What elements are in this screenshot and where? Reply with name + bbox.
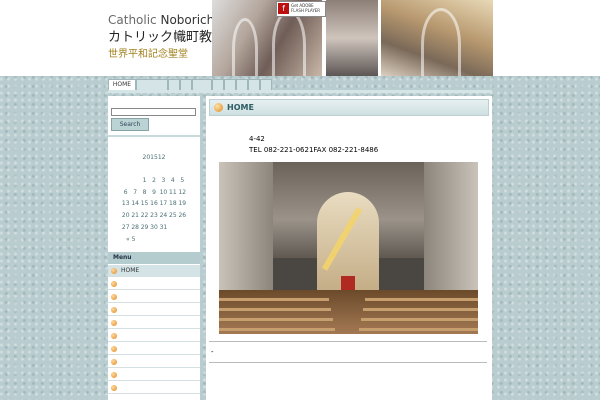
bullet-icon	[214, 103, 223, 112]
calendar: 1 2 3 4 5 6 7 8 9 10 11 12 13 14 15 16 1…	[121, 175, 187, 233]
page-title: HOME	[227, 103, 254, 112]
calendar-day: 16	[150, 200, 158, 208]
calendar-day: 14	[131, 200, 139, 208]
calendar-day: 31	[159, 223, 168, 231]
menu-item[interactable]	[108, 278, 200, 290]
site-header: Catholic Noboricho カトリック幟町教会 世界平和記念聖堂 f …	[0, 0, 600, 76]
calendar-day: 5	[180, 177, 185, 185]
sidebar: Search 201512 1 2 3 4 5 6 7 8 9 10 11 12…	[108, 96, 200, 400]
calendar-day: 2	[152, 177, 156, 185]
calendar-day: 24	[159, 212, 168, 220]
tab-10[interactable]	[260, 79, 272, 90]
calendar-day: 18	[169, 200, 177, 208]
calendar-prev-link[interactable]: « 5	[126, 236, 135, 243]
address-block: 4-42 TEL 082-221-0621FAX 082-221-8486	[249, 134, 378, 156]
tab-6[interactable]	[212, 79, 224, 90]
bullet-icon	[111, 281, 117, 287]
brand-title-japanese: カトリック幟町教会	[108, 30, 226, 45]
menu-item[interactable]	[108, 304, 200, 316]
tab-3[interactable]	[168, 79, 180, 90]
address-line: 4-42	[249, 135, 265, 143]
tab-8[interactable]	[236, 79, 248, 90]
bullet-icon	[111, 346, 117, 352]
calendar-day: 9	[152, 188, 156, 196]
calendar-day: 7	[133, 188, 138, 196]
calendar-day: 22	[140, 212, 149, 220]
calendar-day: 13	[121, 200, 130, 208]
nav-tabs: HOME	[108, 79, 492, 90]
header-photo-pillar	[326, 0, 378, 76]
bullet-icon	[111, 294, 117, 300]
tab-9[interactable]	[248, 79, 260, 90]
calendar-day: 21	[131, 212, 139, 220]
bullet-icon	[111, 359, 117, 365]
menu-item[interactable]	[108, 382, 200, 394]
menu-item-label: HOME	[121, 267, 140, 274]
page-heading-bar: HOME	[209, 99, 489, 116]
calendar-day: 30	[150, 223, 158, 231]
calendar-day	[121, 175, 130, 187]
flash-player-badge[interactable]: f Get ADOBE FLASH PLAYER	[276, 1, 326, 17]
menu-item[interactable]	[108, 343, 200, 355]
site-logo[interactable]: Catholic Noboricho カトリック幟町教会 世界平和記念聖堂	[108, 12, 226, 62]
contact-line: TEL 082-221-0621FAX 082-221-8486	[249, 146, 379, 154]
bullet-icon	[111, 307, 117, 313]
nav-tab-baseline	[108, 90, 492, 93]
calendar-day: 28	[131, 223, 139, 231]
calendar-day	[130, 175, 139, 187]
bullet-icon	[111, 385, 117, 391]
calendar-day: 12	[178, 188, 187, 196]
calendar-day: 11	[169, 188, 177, 196]
calendar-day: 17	[159, 200, 168, 208]
header-photo-altar	[381, 0, 493, 76]
calendar-day: 4	[170, 177, 175, 185]
calendar-day: 26	[178, 212, 187, 220]
bullet-icon	[111, 333, 117, 339]
calendar-day	[178, 221, 187, 233]
brand-title-latin: Catholic Noboricho	[108, 12, 222, 28]
content-divider	[209, 341, 487, 342]
tab-4[interactable]	[180, 79, 192, 90]
flash-player-icon: f	[278, 3, 289, 14]
sidebar-divider	[108, 135, 200, 137]
menu-item[interactable]	[108, 330, 200, 342]
menu-item[interactable]	[108, 317, 200, 329]
calendar-day: 25	[169, 212, 177, 220]
tab-2[interactable]	[136, 79, 168, 90]
footer-text: -	[211, 348, 214, 356]
menu-item[interactable]	[108, 369, 200, 381]
tab-5[interactable]	[192, 79, 212, 90]
brand-subtitle: 世界平和記念聖堂	[108, 49, 188, 60]
calendar-day: 27	[121, 223, 130, 231]
bullet-icon	[111, 372, 117, 378]
calendar-day: 1	[142, 177, 147, 185]
bullet-icon	[111, 320, 117, 326]
calendar-day: 3	[161, 177, 166, 185]
content-divider	[209, 362, 487, 363]
flash-badge-label: Get ADOBE FLASH PLAYER	[291, 3, 321, 13]
tab-7[interactable]	[224, 79, 236, 90]
calendar-day: 23	[150, 212, 158, 220]
menu-item[interactable]	[108, 356, 200, 368]
brand-word-catholic: Catholic	[108, 13, 157, 27]
main-content: HOME 4-42 TEL 082-221-0621FAX 082-221-84…	[206, 96, 492, 400]
calendar-day: 20	[121, 212, 130, 220]
calendar-day: 10	[159, 188, 168, 196]
menu-header: Menu	[108, 252, 200, 264]
calendar-day: 6	[123, 188, 128, 196]
bullet-icon	[111, 268, 117, 274]
tab-home[interactable]: HOME	[108, 79, 136, 90]
calendar-day	[168, 221, 177, 233]
calendar-day: 29	[140, 223, 149, 231]
menu-item-home[interactable]: HOME	[108, 265, 200, 277]
calendar-day: 19	[178, 200, 187, 208]
menu-item[interactable]	[108, 291, 200, 303]
calendar-day: 15	[140, 200, 149, 208]
calendar-caption: 201512	[142, 154, 166, 161]
church-interior-photo	[219, 162, 478, 334]
search-button[interactable]: Search	[111, 118, 149, 131]
calendar-day: 8	[142, 188, 147, 196]
search-input[interactable]	[111, 108, 196, 116]
